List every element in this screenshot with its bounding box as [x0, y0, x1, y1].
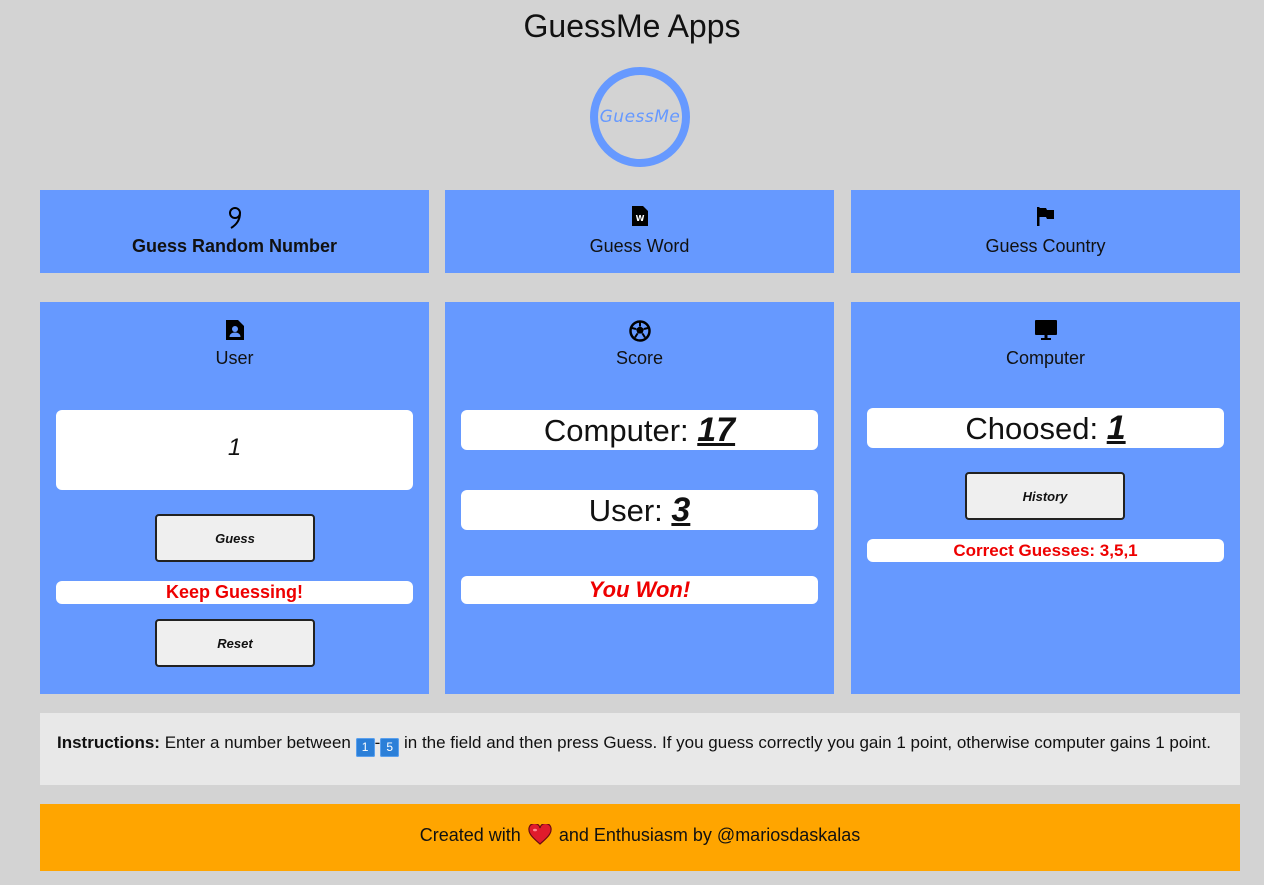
- computer-score-value: 17: [697, 411, 736, 449]
- guess-button[interactable]: Guess: [155, 514, 315, 562]
- footer: Created with and Enthusiasm by @mariosda…: [40, 804, 1240, 871]
- choosed-value: 1: [1106, 409, 1126, 447]
- instructions-text-after: in the field and then press Guess. If yo…: [404, 733, 1212, 752]
- instructions-text-before: Enter a number between: [164, 733, 351, 752]
- tab-label: Guess Country: [985, 236, 1106, 256]
- word-file-icon: W: [445, 206, 834, 230]
- status-message: Keep Guessing!: [56, 581, 413, 604]
- heart-icon: [528, 808, 552, 870]
- app-logo: GuessMe: [590, 67, 690, 167]
- instructions-label: Instructions:: [57, 733, 160, 752]
- logo-text: GuessMe: [599, 107, 681, 127]
- computer-choice: Choosed: 1: [867, 408, 1224, 448]
- computer-score-label: Computer:: [543, 413, 689, 448]
- user-score-label: User:: [588, 493, 663, 528]
- result-message: You Won!: [461, 576, 818, 604]
- user-badge-icon: [40, 320, 429, 342]
- computer-panel: Computer Choosed: 1 History Correct Gues…: [851, 302, 1240, 694]
- panel-title: Score: [615, 348, 664, 368]
- monitor-icon: [851, 320, 1240, 342]
- app-title: GuessMe Apps: [523, 8, 741, 44]
- panel-title: Computer: [1005, 348, 1086, 368]
- user-panel: User 1 Guess Keep Guessing! Reset: [40, 302, 429, 694]
- keycap-five-icon: 5: [380, 738, 400, 757]
- score-panel: Score Computer: 17 User: 3 You Won!: [445, 302, 834, 694]
- footer-text-before: Created with: [419, 825, 521, 845]
- tab-guess-word[interactable]: W Guess Word: [445, 190, 834, 273]
- choosed-label: Choosed:: [965, 411, 1099, 446]
- history-button[interactable]: History: [965, 472, 1125, 520]
- tab-guess-random-number[interactable]: Guess Random Number: [40, 190, 429, 273]
- flag-icon: [851, 206, 1240, 230]
- user-score: User: 3: [461, 490, 818, 530]
- svg-text:W: W: [635, 214, 644, 223]
- user-score-value: 3: [671, 491, 691, 529]
- panel-title: User: [215, 348, 254, 368]
- soccer-ball-icon: [445, 320, 834, 342]
- tab-guess-country[interactable]: Guess Country: [851, 190, 1240, 273]
- computer-score: Computer: 17: [461, 410, 818, 450]
- instructions: Instructions: Enter a number between 1-5…: [40, 713, 1240, 785]
- correct-guesses: Correct Guesses: 3,5,1: [867, 539, 1224, 562]
- footer-text-after: and Enthusiasm by @mariosdaskalas: [558, 825, 861, 845]
- guess-input[interactable]: 1: [56, 410, 413, 490]
- keycap-one-icon: 1: [355, 738, 375, 757]
- tab-label: Guess Word: [589, 236, 690, 256]
- number-nine-icon: [40, 206, 429, 230]
- reset-button[interactable]: Reset: [155, 619, 315, 667]
- tab-label: Guess Random Number: [131, 236, 338, 256]
